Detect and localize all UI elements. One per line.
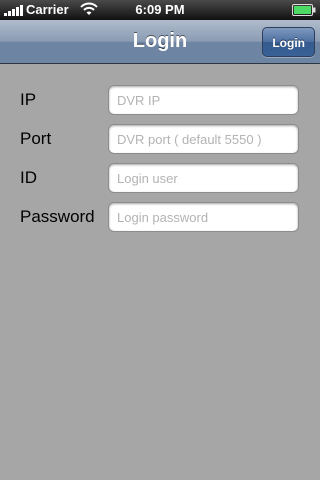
id-label: ID — [20, 168, 37, 187]
ip-field[interactable] — [108, 85, 299, 115]
navigation-bar: Login Login — [0, 20, 320, 64]
form-row-port: Port — [0, 124, 320, 154]
port-label: Port — [20, 129, 52, 148]
port-field[interactable] — [108, 124, 299, 154]
password-label: Password — [20, 207, 95, 226]
login-button[interactable]: Login — [262, 27, 315, 57]
login-user-field[interactable] — [108, 163, 299, 193]
status-time: 6:09 PM — [135, 2, 185, 17]
app-screen: Carrier 6:09 PM Login Login IP Port ID P… — [0, 0, 320, 480]
password-field[interactable] — [108, 202, 299, 232]
form-row-ip: IP — [0, 85, 320, 115]
form-row-password: Password — [0, 202, 320, 232]
status-bar: Carrier 6:09 PM — [0, 0, 320, 20]
battery-icon — [292, 4, 316, 16]
ip-label: IP — [20, 90, 37, 109]
form-row-id: ID — [0, 163, 320, 193]
